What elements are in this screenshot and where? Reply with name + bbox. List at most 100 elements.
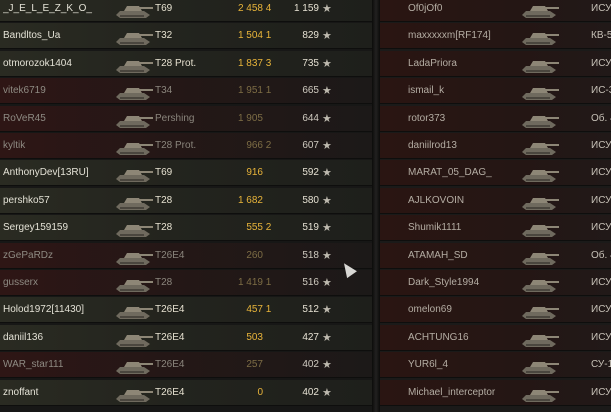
ally-row[interactable]: kyltik T28 Prot. 966 2 607 ★ [0, 133, 372, 159]
tank-icon [520, 0, 560, 20]
kills-value: 3 [265, 58, 272, 69]
allied-team-panel: _J_E_L_E_Z_K_O_ T69 2 458 4 1 159 ★ Bandltos_U… [0, 0, 372, 412]
tank-icon [520, 25, 560, 47]
ally-row[interactable]: Bandltos_Ua T32 1 504 1 829 ★ [0, 23, 372, 49]
enemy-row[interactable]: Of0jOf0ИСУ-152 [380, 0, 611, 22]
ally-row[interactable]: Holod1972[11430] T26E4 457 1 512 ★ [0, 297, 372, 323]
ally-row[interactable]: znoffant T26E4 0 402 ★ [0, 380, 372, 406]
vehicle-name: Об. 416 [591, 250, 611, 261]
ally-row[interactable]: WAR_star111 T26E4 257 402 ★ [0, 352, 372, 378]
player-name: pershko57 [3, 195, 50, 206]
xp-value: 1 159 [293, 3, 319, 14]
panel-divider [372, 0, 380, 412]
star-icon: ★ [322, 304, 332, 316]
tank-icon [520, 108, 560, 130]
tank-icon [114, 53, 154, 75]
tank-icon [520, 272, 560, 294]
star-icon: ★ [322, 3, 332, 15]
vehicle-name: ИСУ-152 [591, 140, 611, 151]
tank-icon [114, 327, 154, 349]
tank-icon [520, 217, 560, 239]
xp-value: 516 [302, 277, 319, 288]
vehicle-name: ИСУ-152 [591, 304, 611, 315]
enemy-row[interactable]: YUR6l_4СУ-101 [380, 352, 611, 378]
enemy-row[interactable]: Shumik1111ИСУ-152 [380, 215, 611, 241]
vehicle-name: ИСУ-152 [591, 222, 611, 233]
tank-icon [520, 354, 560, 376]
tank-icon [114, 245, 154, 267]
player-name: AnthonyDev[13RU] [3, 167, 89, 178]
ally-row[interactable]: AnthonyDev[13RU] T69 916 592 ★ [0, 160, 372, 186]
star-icon: ★ [322, 277, 332, 289]
enemy-row[interactable]: ismail_kИС-3 [380, 78, 611, 104]
kills-value: 1 [265, 85, 272, 96]
enemy-row[interactable]: maxxxxxm[RF174] КВ-5 [380, 23, 611, 49]
enemy-row[interactable]: Dark_Style1994ИСУ-152 [380, 270, 611, 296]
xp-value: 402 [302, 387, 319, 398]
ally-row[interactable]: Sergey159159 T28 555 2 519 ★ [0, 215, 372, 241]
damage-value: 457 [246, 304, 263, 315]
xp-value: 592 [302, 167, 319, 178]
star-icon: ★ [322, 359, 332, 371]
vehicle-name: ИСУ-152 [591, 332, 611, 343]
damage-value: 1 951 [237, 85, 263, 96]
vehicle-name: ИС-3 [591, 85, 611, 96]
vehicle-name: ИСУ-152 [591, 277, 611, 288]
tank-icon [114, 0, 154, 20]
enemy-row[interactable]: daniilrod13ИСУ-152 [380, 133, 611, 159]
tank-icon [114, 272, 154, 294]
tank-icon [520, 162, 560, 184]
tank-icon [114, 162, 154, 184]
enemy-row[interactable]: Michael_interceptorИСУ-152 [380, 380, 611, 406]
star-icon: ★ [322, 195, 332, 207]
tank-icon [520, 382, 560, 404]
tank-icon [520, 299, 560, 321]
enemy-row[interactable]: ATAMAH_SDОб. 416 [380, 243, 611, 269]
enemy-row[interactable]: LadaPrioraИСУ-152 [380, 51, 611, 77]
ally-row[interactable]: otmorozok1404 T28 Prot. 1 837 3 735 ★ [0, 51, 372, 77]
star-icon: ★ [322, 222, 332, 234]
damage-value: 916 [246, 167, 263, 178]
damage-value: 1 905 [237, 113, 263, 124]
star-icon: ★ [322, 167, 332, 179]
tank-icon [114, 135, 154, 157]
ally-row[interactable]: gusserx T28 1 419 1 516 ★ [0, 270, 372, 296]
enemy-row[interactable]: rotor373Об. 416 [380, 106, 611, 132]
vehicle-name: СУ-101 [591, 359, 611, 370]
star-icon: ★ [322, 85, 332, 97]
xp-value: 427 [302, 332, 319, 343]
vehicle-name: ИСУ-152 [591, 3, 611, 14]
tank-icon [520, 53, 560, 75]
damage-value: 260 [246, 250, 263, 261]
enemy-row[interactable]: MARAT_05_DAG_ИСУ-152 [380, 160, 611, 186]
xp-value: 607 [302, 140, 319, 151]
star-icon: ★ [322, 30, 332, 42]
kills-value: 1 [265, 277, 272, 288]
tank-icon [114, 80, 154, 102]
player-name: zGePaRDz [3, 250, 54, 261]
xp-value: 518 [302, 250, 319, 261]
player-name: otmorozok1404 [3, 58, 72, 69]
tank-icon [114, 299, 154, 321]
player-name: _J_E_L_E_Z_K_O_ [3, 3, 92, 14]
ally-row[interactable]: RoVeR45 Pershing 1 905 644 ★ [0, 106, 372, 132]
kills-value: 2 [265, 222, 272, 233]
ally-row[interactable]: pershko57 T28 1 682 580 ★ [0, 188, 372, 214]
vehicle-name: Об. 416 [591, 113, 611, 124]
ally-row[interactable]: vitek6719 T34 1 951 1 665 ★ [0, 78, 372, 104]
tank-icon [520, 135, 560, 157]
enemy-row[interactable]: ACHTUNG16ИСУ-152 [380, 325, 611, 351]
xp-value: 665 [302, 85, 319, 96]
ally-row[interactable]: zGePaRDz T26E4 260 518 ★ [0, 243, 372, 269]
player-name: WAR_star111 [3, 359, 64, 370]
tank-icon [520, 245, 560, 267]
ally-row[interactable]: daniil136 T26E4 503 427 ★ [0, 325, 372, 351]
player-name: daniil136 [3, 332, 44, 343]
damage-value: 1 682 [237, 195, 263, 206]
xp-value: 402 [302, 359, 319, 370]
enemy-row[interactable]: AJLKOVOINИСУ-152 [380, 188, 611, 214]
star-icon: ★ [322, 332, 332, 344]
damage-value: 503 [246, 332, 263, 343]
enemy-row[interactable]: omelon69ИСУ-152 [380, 297, 611, 323]
ally-row[interactable]: _J_E_L_E_Z_K_O_ T69 2 458 4 1 159 ★ [0, 0, 372, 22]
